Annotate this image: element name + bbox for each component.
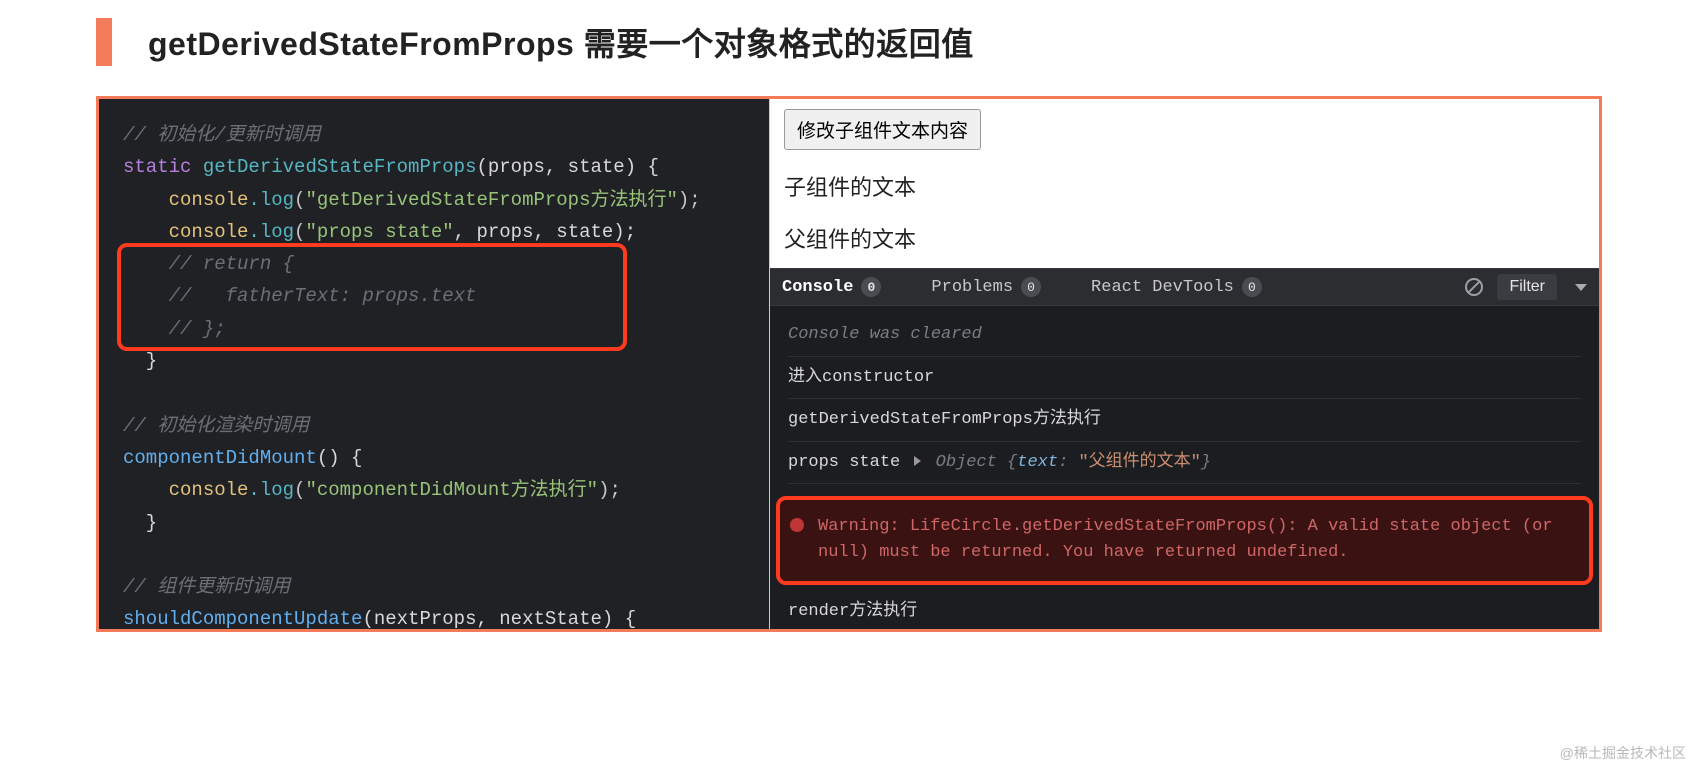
parent-text: 父组件的文本: [784, 222, 1585, 254]
console-log-line: getDerivedStateFromProps方法执行: [788, 399, 1581, 442]
browser-devtools-pane: 修改子组件文本内容 子组件的文本 父组件的文本 Console 0 Proble…: [769, 99, 1599, 629]
console-log-line: 进入constructor: [788, 357, 1581, 400]
console-log-line: render方法执行: [788, 591, 1581, 632]
child-text: 子组件的文本: [784, 170, 1585, 202]
filter-button[interactable]: Filter: [1497, 274, 1557, 300]
problems-count-badge: 0: [1021, 277, 1041, 297]
tab-console[interactable]: Console 0: [782, 277, 881, 297]
clear-console-icon[interactable]: [1465, 278, 1483, 296]
console-log-line: props state Object {text: "父组件的文本"}: [788, 442, 1581, 485]
tab-problems[interactable]: Problems 0: [931, 277, 1041, 297]
console-warning: Warning: LifeCircle.getDerivedStateFromP…: [776, 496, 1593, 585]
app-preview: 修改子组件文本内容 子组件的文本 父组件的文本: [770, 99, 1599, 268]
expand-arrow-icon[interactable]: [914, 456, 921, 466]
devtools-tabbar: Console 0 Problems 0 React DevTools 0 Fi…: [770, 268, 1599, 306]
heading-accent-bar: [96, 18, 112, 66]
modify-child-text-button[interactable]: 修改子组件文本内容: [784, 109, 981, 150]
code-editor[interactable]: // 初始化/更新时调用 static getDerivedStateFromP…: [99, 99, 769, 629]
devtools-panel: Console 0 Problems 0 React DevTools 0 Fi…: [770, 268, 1599, 632]
react-count-badge: 0: [1242, 277, 1262, 297]
console-cleared-line: Console was cleared: [788, 314, 1581, 357]
content-panel: // 初始化/更新时调用 static getDerivedStateFromP…: [96, 96, 1602, 632]
error-dot-icon: [790, 518, 804, 532]
watermark: @稀土掘金技术社区: [1560, 743, 1686, 763]
console-output[interactable]: Console was cleared 进入constructor getDer…: [770, 306, 1599, 492]
console-count-badge: 0: [861, 277, 881, 297]
tab-react-devtools[interactable]: React DevTools 0: [1091, 277, 1262, 297]
page-heading: getDerivedStateFromProps 需要一个对象格式的返回值: [96, 18, 1698, 66]
heading-text: getDerivedStateFromProps 需要一个对象格式的返回值: [148, 19, 974, 65]
chevron-down-icon[interactable]: [1575, 284, 1587, 291]
